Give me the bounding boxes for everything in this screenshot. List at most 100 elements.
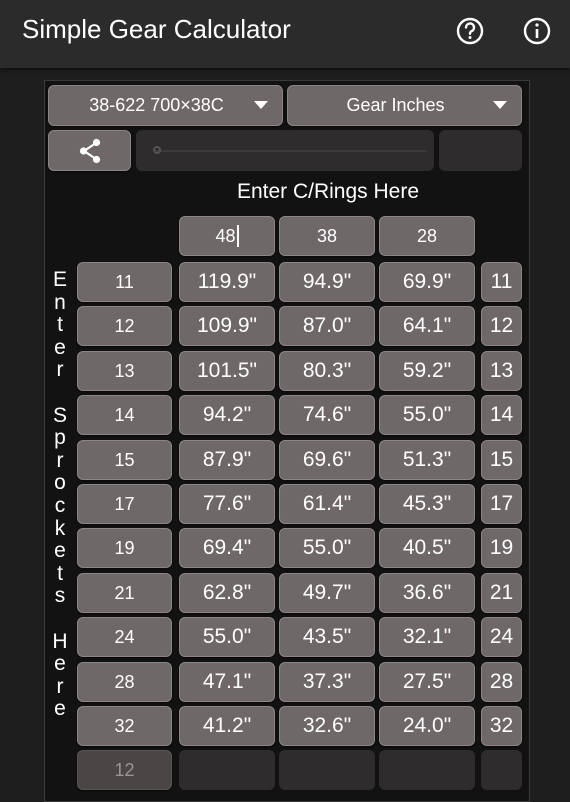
gear-cell[interactable]: 32.1" [379,617,475,657]
sprocket-input[interactable]: 15 [77,440,172,480]
sprocket-label[interactable]: 12 [481,306,522,346]
gear-cell[interactable]: 109.9" [179,306,275,346]
gear-cell[interactable]: 27.5" [379,662,475,702]
gear-cell[interactable]: 49.7" [279,573,375,613]
prompt-letter: r [56,449,64,472]
help-circle-icon[interactable] [455,16,485,46]
sprocket-input[interactable]: 24 [77,617,172,657]
sprocket-label[interactable]: 32 [481,706,522,746]
prompt-letter: t [57,313,63,336]
info-circle-icon[interactable] [522,16,552,46]
new-sprocket-input[interactable]: 12 [77,750,172,790]
sprocket-input[interactable]: 11 [77,262,172,302]
prompt-letter: s [54,584,66,607]
gear-cell[interactable]: 51.3" [379,440,475,480]
prompt-letter: r [56,358,64,381]
gear-cell[interactable]: 69.6" [279,440,375,480]
gear-cell[interactable]: 80.3" [279,351,375,391]
gear-cell[interactable]: 43.5" [279,617,375,657]
gear-cell[interactable]: 74.6" [279,395,375,435]
gear-cell[interactable]: 94.9" [279,262,375,302]
chainring-value: 38 [316,225,338,246]
chainring-prompt: Enter C/Rings Here [236,180,420,203]
sprocket-label[interactable]: 24 [481,617,522,657]
prompt-letter: S [52,404,67,427]
wheel-size-value: 38-622 700×38C [89,95,224,115]
prompt-letter: e [54,697,66,720]
gear-cell[interactable]: 32.6" [279,706,375,746]
gear-cell[interactable]: 37.3" [279,662,375,702]
sprocket-input[interactable]: 17 [77,484,172,524]
sprocket-input[interactable]: 19 [77,528,172,568]
progress-track-container [136,130,434,171]
prompt-letter: e [54,652,66,675]
sprocket-label[interactable]: 28 [481,662,522,702]
chevron-down-icon [493,101,507,109]
unit-dropdown[interactable]: Gear Inches [287,85,522,126]
gear-cell[interactable]: 87.0" [279,306,375,346]
chevron-down-icon [254,101,268,109]
prompt-letter: p [54,426,66,449]
gear-cell[interactable]: 64.1" [379,306,475,346]
empty-cell [481,750,522,790]
sprocket-label[interactable]: 11 [481,262,522,302]
gear-cell[interactable]: 119.9" [179,262,275,302]
gear-cell[interactable]: 69.9" [379,262,475,302]
slider-track[interactable] [155,150,427,152]
gear-cell[interactable]: 101.5" [179,351,275,391]
gear-cell[interactable]: 55.0" [279,528,375,568]
gear-cell[interactable]: 55.0" [179,617,275,657]
sprocket-label[interactable]: 21 [481,573,522,613]
chainring-input[interactable]: 48 [179,216,275,256]
gear-cell[interactable]: 47.1" [179,662,275,702]
sprocket-label[interactable]: 19 [481,528,522,568]
slider-thumb[interactable] [153,146,161,154]
chainring-input[interactable]: 38 [279,216,375,256]
prompt-letter: c [54,494,66,517]
share-button[interactable] [48,130,131,171]
gear-cell[interactable]: 59.2" [379,351,475,391]
prompt-letter: H [52,630,68,653]
prompt-letter: k [54,517,66,540]
gear-cell[interactable]: 77.6" [179,484,275,524]
gear-cell[interactable]: 24.0" [379,706,475,746]
gear-cell[interactable]: 45.3" [379,484,475,524]
sprocket-input[interactable]: 28 [77,662,172,702]
sprocket-label[interactable]: 13 [481,351,522,391]
sprocket-input[interactable]: 13 [77,351,172,391]
gear-cell[interactable]: 87.9" [179,440,275,480]
chainring-value: 48 [215,225,236,246]
blank-button [439,130,522,171]
gear-cell[interactable]: 36.6" [379,573,475,613]
text-cursor [236,225,239,247]
prompt-letter: r [56,675,64,698]
chainring-input[interactable]: 28 [379,216,475,256]
gear-cell[interactable]: 61.4" [279,484,375,524]
sprocket-input[interactable]: 32 [77,706,172,746]
gear-cell[interactable]: 62.8" [179,573,275,613]
sprocket-input[interactable]: 12 [77,306,172,346]
wheel-size-dropdown[interactable]: 38-622 700×38C [48,85,283,126]
sprocket-label[interactable]: 17 [481,484,522,524]
app-bar: Simple Gear Calculator [0,0,570,68]
sprocket-label[interactable]: 14 [481,395,522,435]
sprocket-input[interactable]: 14 [77,395,172,435]
prompt-letter: o [54,471,66,494]
prompt-letter: e [54,539,66,562]
unit-value: Gear Inches [346,95,445,115]
gear-cell[interactable]: 55.0" [379,395,475,435]
sprocket-input[interactable]: 21 [77,573,172,613]
share-icon [79,138,100,163]
empty-cell [279,750,375,790]
prompt-letter: E [52,268,67,291]
prompt-letter: t [57,562,63,585]
gear-cell[interactable]: 40.5" [379,528,475,568]
chainring-value: 28 [416,225,438,246]
prompt-letter: e [54,336,66,359]
empty-cell [379,750,475,790]
gear-cell[interactable]: 41.2" [179,706,275,746]
gear-cell[interactable]: 69.4" [179,528,275,568]
gear-cell[interactable]: 94.2" [179,395,275,435]
empty-cell [179,750,275,790]
sprocket-label[interactable]: 15 [481,440,522,480]
